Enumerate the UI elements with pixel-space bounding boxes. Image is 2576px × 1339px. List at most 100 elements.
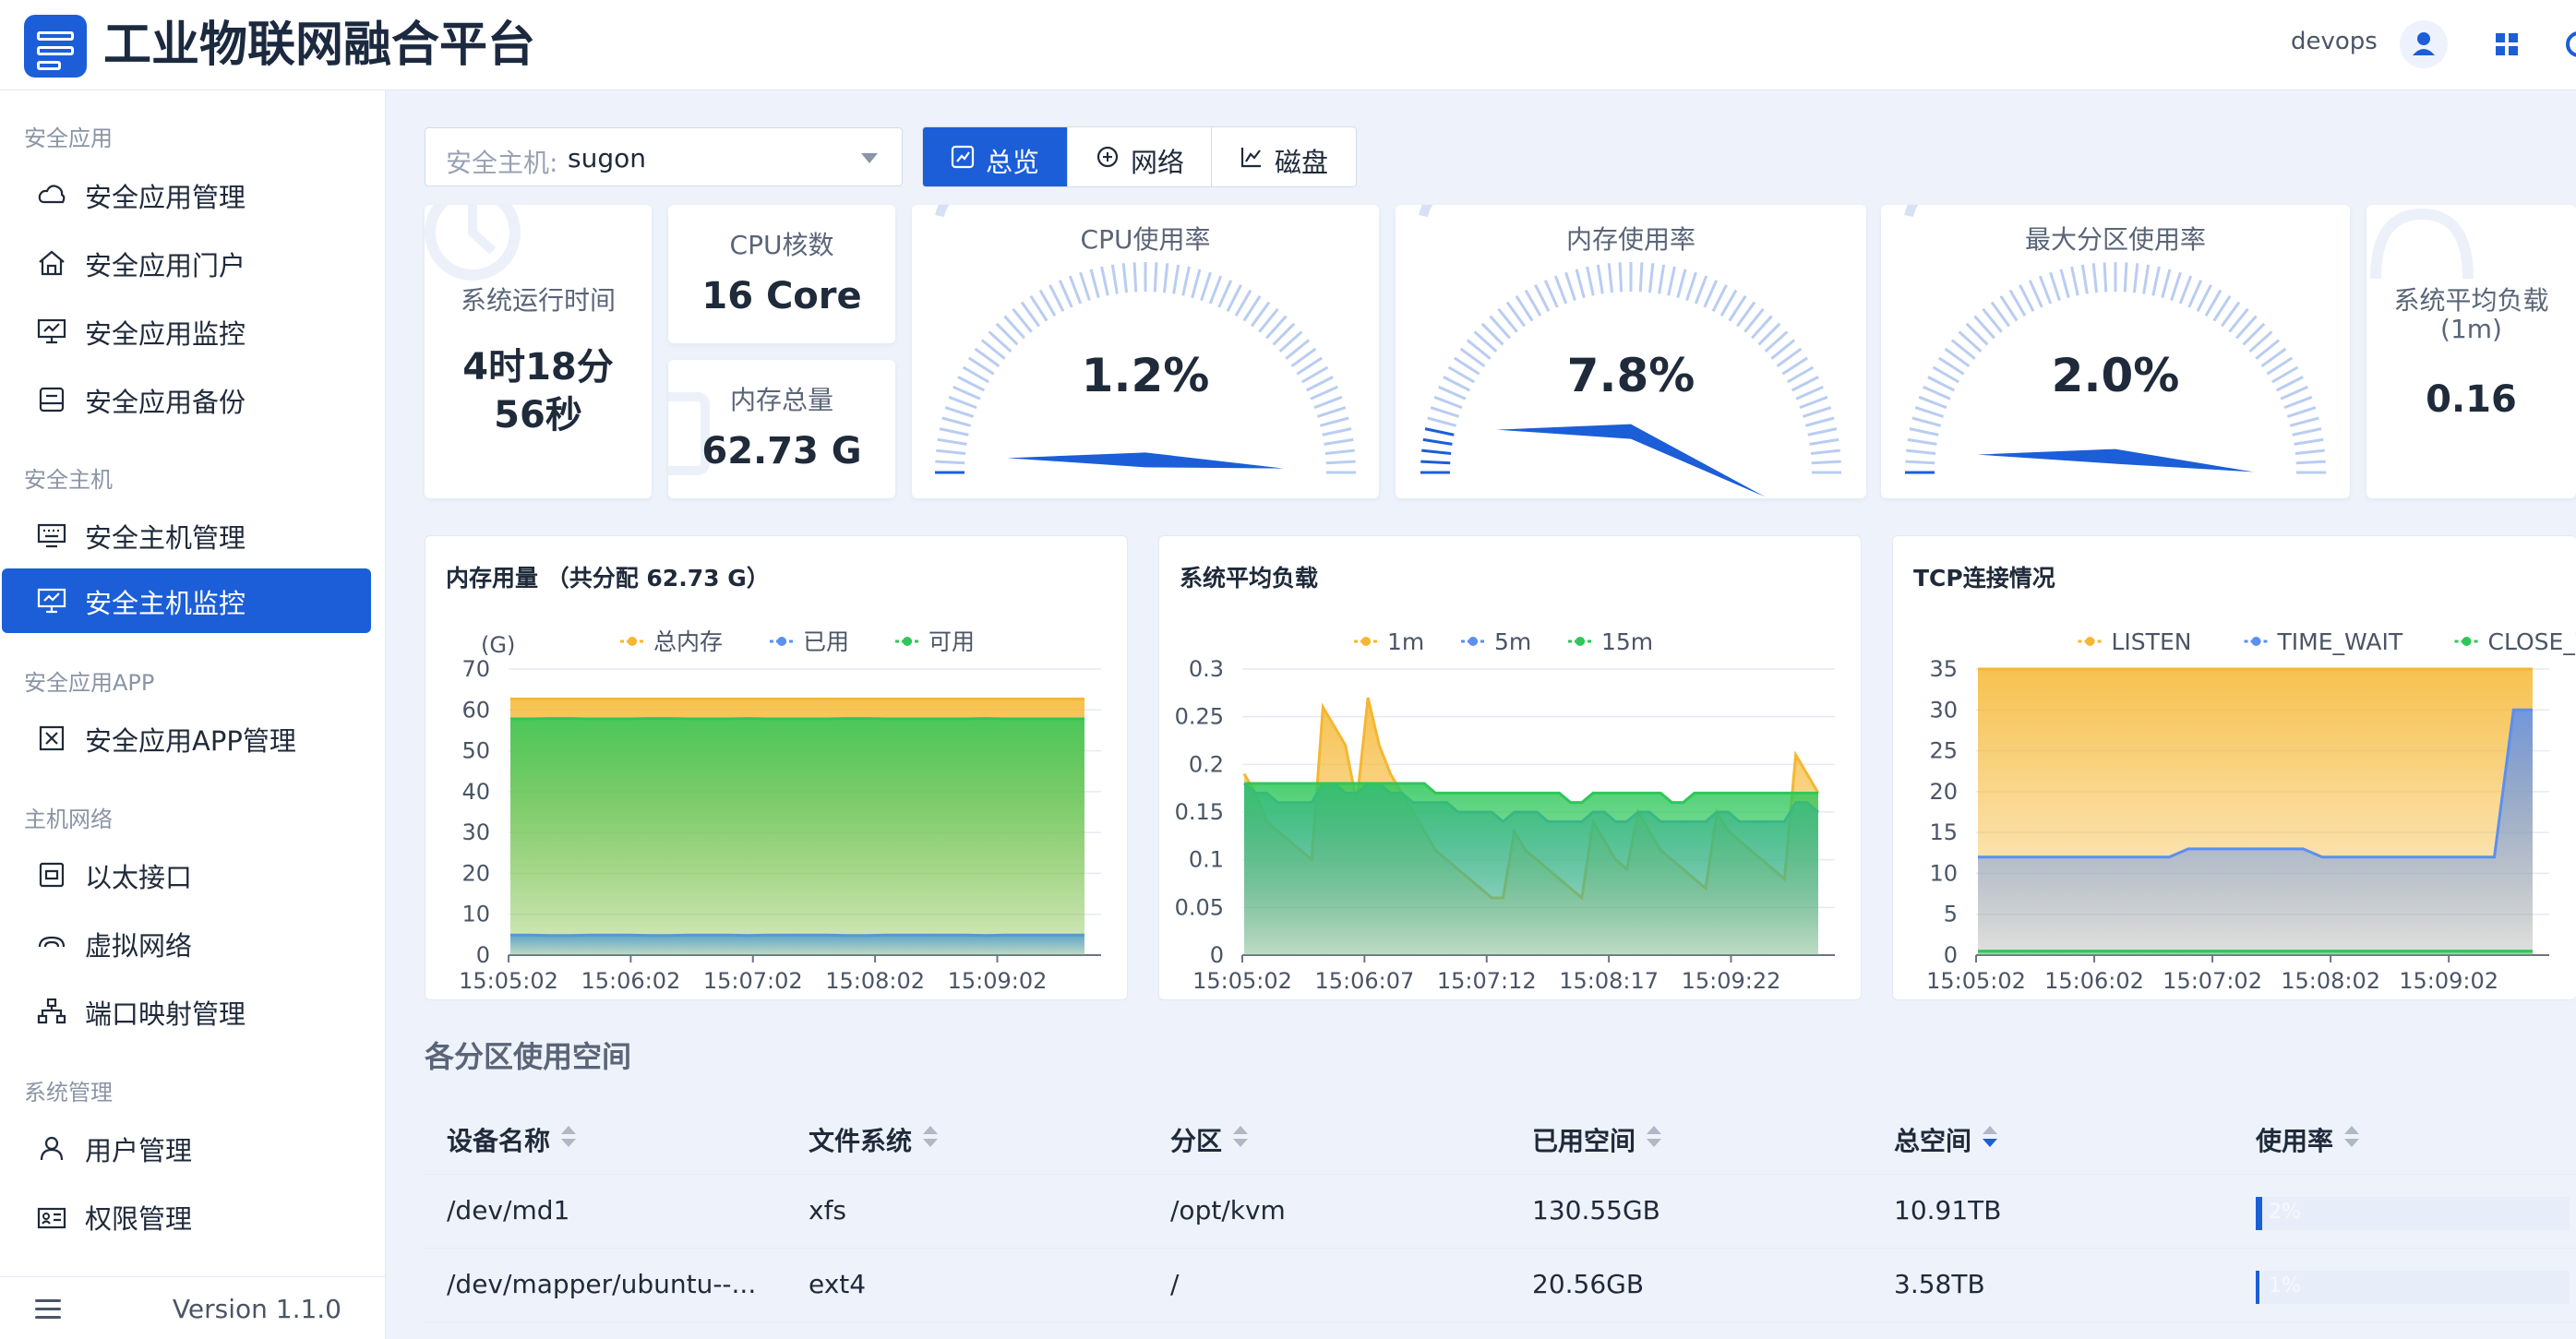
legend-entry[interactable]: 可用 — [895, 628, 975, 655]
app-title: 工业物联网融合平台 — [103, 18, 536, 73]
gauge-tick — [1420, 460, 1451, 465]
gauge-tick — [1647, 263, 1655, 293]
x-tick-label: 15:06:02 — [581, 968, 680, 994]
sort-icon[interactable] — [1233, 1126, 1248, 1150]
sidebar-item-app-manage[interactable]: 安全应用管理 — [2, 162, 371, 227]
collapse-menu-icon[interactable] — [35, 1299, 61, 1320]
cpu-cores-card: CPU核数 16 Core — [668, 205, 895, 343]
column-header-used[interactable]: 已用空间 — [1532, 1121, 1635, 1158]
gauge-pointer — [1977, 448, 2254, 472]
legend-entry[interactable]: 总内存 — [620, 628, 723, 655]
uptime-title: 系统运行时间 — [460, 285, 616, 316]
load-average-value: 0.16 — [2426, 378, 2517, 421]
x-tick-label: 15:08:02 — [2281, 968, 2380, 994]
gauge-tick — [1685, 271, 1697, 302]
sidebar-item-ethernet[interactable]: 以太接口 — [2, 843, 371, 907]
gauge-tick — [1586, 266, 1595, 296]
usage-progress-bar: 1% — [2256, 1271, 2570, 1304]
gauge-tick — [1132, 262, 1138, 293]
gauge-tick — [2080, 264, 2089, 294]
cell-used: 20.56GB — [1532, 1269, 1645, 1299]
gauge-tick — [2286, 406, 2317, 418]
gauge-watermark — [935, 205, 950, 218]
settings-icon[interactable] — [2558, 20, 2576, 68]
legend-entry[interactable]: CLOSE_WAIT — [2454, 628, 2576, 655]
sidebar-item-host-manage[interactable]: 安全主机管理 — [2, 503, 371, 568]
gauge-tick — [935, 460, 965, 465]
home-icon — [39, 250, 65, 276]
legend-entry[interactable]: LISTEN — [2078, 628, 2192, 655]
gauge-tick — [2161, 269, 2172, 299]
legend-entry[interactable]: 已用 — [770, 628, 849, 655]
tab-network[interactable]: 网络 — [1067, 127, 1211, 186]
platform-logo-icon — [24, 15, 87, 78]
y-tick-label: 0 — [1210, 942, 1224, 968]
sidebar-item-label: 安全主机监控 — [85, 588, 246, 619]
gauge-tick — [2196, 284, 2212, 313]
gauge-tick — [1110, 264, 1119, 294]
max-partition-title: 最大分区使用率 — [2024, 224, 2206, 255]
host-select[interactable]: 安全主机: sugon — [425, 127, 903, 186]
sort-icon[interactable] — [1647, 1126, 1661, 1150]
gauge-tick — [1324, 437, 1354, 446]
app-package-icon — [39, 725, 65, 751]
sidebar-item-app-monitor[interactable]: 安全应用监控 — [2, 299, 371, 364]
gauge-tick — [1676, 269, 1687, 299]
cell-mount: / — [1170, 1269, 1180, 1299]
gauge-pointer — [1496, 424, 1766, 497]
sidebar-item-label: 用户管理 — [85, 1135, 193, 1166]
partitions-title: 各分区使用空间 — [425, 1039, 632, 1074]
tcp-connections-chart-plot: LISTEN TIME_WAIT CLOSE_WAIT 0 5 10 15 20 25 30 35 1… — [1926, 628, 2576, 994]
x-tick-label: 15:08:02 — [825, 968, 925, 994]
gauge-tick — [1914, 406, 1945, 418]
monitor-icon — [37, 318, 66, 344]
gauge-pointer — [1007, 452, 1284, 469]
y-tick-label: 10 — [1929, 860, 1958, 886]
tab-disk[interactable]: 磁盘 — [1211, 127, 1356, 186]
cell-device: /dev/md1 — [447, 1195, 570, 1225]
sidebar-item-host-monitor[interactable]: 安全主机监控 — [2, 568, 371, 633]
column-header-device[interactable]: 设备名称 — [447, 1121, 550, 1158]
legend-entry[interactable]: 5m — [1461, 628, 1531, 655]
tab-overview[interactable]: 总览 — [923, 127, 1067, 186]
load-average-subtitle: (1m) — [2440, 314, 2502, 344]
x-tick-label: 15:07:02 — [703, 968, 803, 994]
sort-icon[interactable] — [2344, 1126, 2359, 1150]
gauge-tick — [1564, 271, 1576, 302]
sort-icon[interactable] — [561, 1126, 576, 1150]
memory-usage-title: 内存使用率 — [1565, 224, 1695, 255]
apps-grid-icon[interactable] — [2483, 20, 2531, 68]
load-average-chart-plot: 1m 5m 15m 0 0.05 0.1 0.15 0.2 0.25 0.3 15:05:02 15:… — [1175, 628, 1835, 994]
gauge-tick — [1058, 280, 1073, 308]
sidebar-item-port-mapping[interactable]: 端口映射管理 — [2, 979, 371, 1044]
sidebar-item-app-store[interactable]: 安全应用APP管理 — [2, 706, 371, 771]
legend-entry[interactable]: 15m — [1568, 628, 1653, 655]
column-header-filesystem[interactable]: 文件系统 — [809, 1121, 912, 1158]
legend-entry[interactable]: TIME_WAIT — [2244, 628, 2403, 655]
user-profile-icon[interactable] — [2400, 20, 2448, 68]
sort-icon[interactable] — [923, 1126, 938, 1150]
column-header-mount[interactable]: 分区 — [1170, 1121, 1222, 1158]
link-icon — [38, 936, 66, 948]
max-partition-value: 2.0% — [2051, 349, 2180, 402]
permission-icon — [37, 1207, 66, 1229]
gauge-tick — [2295, 460, 2326, 465]
x-tick-label: 15:08:17 — [1559, 968, 1659, 994]
load-average-chart: 系统平均负载 1m 5m 15m 0 0.05 0.1 0.15 0.2 0.25 0.3 15:0… — [1158, 535, 1862, 1000]
column-header-usage[interactable]: 使用率 — [2256, 1121, 2333, 1158]
sidebar-item-app-portal[interactable]: 安全应用门户 — [2, 231, 371, 295]
user-name[interactable]: devops — [2291, 28, 2378, 55]
uptime-card: 系统运行时间 4时18分56秒 — [425, 205, 652, 498]
sidebar-item-user-manage[interactable]: 用户管理 — [2, 1116, 371, 1180]
sidebar-item-virtual-network[interactable]: 虚拟网络 — [2, 911, 371, 975]
gauge-tick — [2103, 262, 2108, 293]
tcp-connections-chart: TCP连接情况 LISTENTIME_WAITCLOSE_WAIT0510152… — [1892, 535, 2576, 1000]
sort-desc-icon[interactable] — [1983, 1126, 1997, 1150]
legend-entry[interactable]: 1m — [1354, 628, 1424, 655]
column-header-total[interactable]: 总空间 — [1894, 1121, 1971, 1158]
nav-group-label: 系统管理 — [24, 1080, 113, 1106]
sidebar-item-permission-manage[interactable]: 权限管理 — [2, 1184, 371, 1249]
gauge-tick — [2294, 437, 2324, 446]
memory-usage-gauge: 内存使用率 7.8% — [1396, 205, 1866, 498]
sidebar-item-app-backup[interactable]: 安全应用备份 — [2, 367, 371, 432]
